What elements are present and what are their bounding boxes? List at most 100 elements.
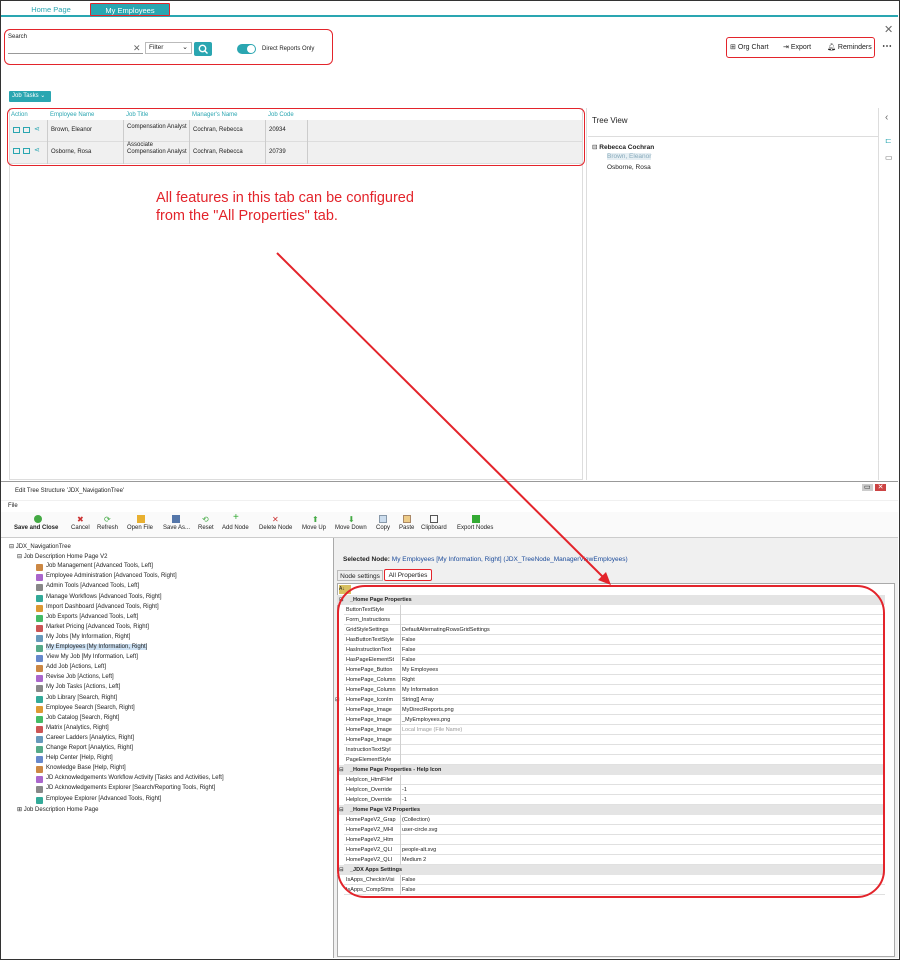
- properties-highlight-box: [337, 585, 885, 898]
- reset-button[interactable]: Reset: [198, 525, 214, 531]
- node-icon: [36, 786, 43, 794]
- tree-item[interactable]: Change Report [Analytics, Right]: [36, 745, 133, 753]
- tree-item[interactable]: My Job Tasks [Actions, Left]: [36, 684, 120, 693]
- tab-home-page[interactable]: Home Page: [21, 3, 81, 16]
- tree-item[interactable]: Job Library [Search, Right]: [36, 694, 118, 703]
- share-icon[interactable]: ⋖: [34, 146, 40, 154]
- clear-icon[interactable]: ✕: [133, 43, 141, 54]
- tree-item[interactable]: JD Acknowledgements Workflow Activity [T…: [36, 775, 224, 784]
- share-icon[interactable]: ⋖: [34, 125, 40, 133]
- tree-item[interactable]: Admin Tools [Advanced Tools, Left]: [36, 583, 140, 592]
- tree-item[interactable]: Import Dashboard [Advanced Tools, Right]: [36, 604, 159, 612]
- menu-file[interactable]: File: [1, 501, 898, 512]
- tree-item-label: Admin Tools [Advanced Tools, Left]: [46, 583, 140, 590]
- tree-item-label: Knowledge Base [Help, Right]: [46, 765, 126, 772]
- chevron-down-icon: ⌄: [182, 44, 188, 51]
- tree-item[interactable]: JD Acknowledgements Explorer [Search/Rep…: [36, 785, 215, 794]
- filter-select[interactable]: Filter ⌄: [145, 42, 192, 54]
- copy-icon: [379, 515, 387, 523]
- collapse-icon[interactable]: ⊟: [592, 144, 597, 151]
- profile-icon[interactable]: [13, 148, 20, 154]
- tree-item-label: Job Library [Search, Right]: [46, 694, 118, 701]
- open-file-button[interactable]: Open File: [127, 525, 153, 531]
- tree-item[interactable]: ⊟ JDX_NavigationTree: [9, 543, 71, 550]
- tree-icon[interactable]: ⊏: [885, 136, 892, 145]
- toggle-knob: [247, 45, 255, 53]
- manager-name: Cochran, Rebecca: [193, 149, 243, 155]
- col-header-action[interactable]: Action: [11, 112, 28, 118]
- window-controls[interactable]: ▭ ✕: [862, 483, 887, 491]
- export-button[interactable]: ⇥ Export: [783, 43, 812, 52]
- col-header-employee-name[interactable]: Employee Name: [50, 112, 94, 118]
- tree-node[interactable]: Brown, Eleanor: [607, 153, 652, 160]
- add-node-button[interactable]: Add Node: [222, 525, 249, 531]
- tree-item[interactable]: Knowledge Base [Help, Right]: [36, 765, 126, 774]
- job-code: 20934: [269, 127, 286, 133]
- tree-item-label: Job Catalog [Search, Right]: [46, 714, 120, 721]
- tree-item[interactable]: Job Management [Advanced Tools, Left]: [36, 563, 153, 572]
- copy-button[interactable]: Copy: [376, 525, 390, 531]
- tree-item[interactable]: My Jobs [My Information, Right]: [36, 634, 130, 642]
- check-icon: [34, 515, 42, 523]
- tree-root-node[interactable]: ⊟ Rebecca Cochran: [592, 143, 654, 151]
- search-button[interactable]: [194, 42, 212, 56]
- col-header-job-title[interactable]: Job Title: [126, 112, 148, 118]
- move-down-button[interactable]: Move Down: [335, 525, 367, 531]
- tree-item[interactable]: Matrix [Analytics, Right]: [36, 725, 109, 733]
- tree-item[interactable]: Help Center [Help, Right]: [36, 755, 113, 764]
- tree-item[interactable]: Career Ladders [Analytics, Right]: [36, 734, 135, 743]
- tree-item[interactable]: Add Job [Actions, Left]: [36, 664, 106, 673]
- job-title: Associate Compensation Analyst: [127, 142, 187, 155]
- reminders-button[interactable]: 🔔︎ Reminders: [827, 43, 872, 52]
- tree-item[interactable]: ⊞ Job Description Home Page: [17, 806, 98, 813]
- node-icon: [36, 655, 43, 663]
- col-header-job-code[interactable]: Job Code: [268, 112, 294, 118]
- tab-my-employees[interactable]: My Employees: [90, 3, 170, 16]
- tab-node-settings[interactable]: Node settings: [337, 570, 383, 581]
- job-tasks-button[interactable]: Job Tasks ⌄: [9, 91, 51, 102]
- calendar-icon[interactable]: ▭: [885, 153, 893, 162]
- tree-item[interactable]: ⊟ Job Description Home Page V2: [17, 553, 107, 560]
- paste-button[interactable]: Paste: [399, 525, 414, 531]
- refresh-button[interactable]: Refresh: [97, 525, 118, 531]
- selected-node: Selected Node: My Employees [My Informat…: [343, 556, 628, 563]
- tree-item[interactable]: Employee Explorer [Advanced Tools, Right…: [36, 796, 161, 804]
- tree-item[interactable]: Job Catalog [Search, Right]: [36, 714, 120, 723]
- tree-item-label: Career Ladders [Analytics, Right]: [46, 734, 135, 741]
- col-header-manager[interactable]: Manager's Name: [192, 112, 238, 118]
- more-icon[interactable]: ⋯: [882, 41, 893, 52]
- filter-value: Filter: [149, 44, 164, 51]
- document-icon[interactable]: [23, 127, 30, 133]
- tab-all-properties[interactable]: All Properties: [384, 569, 432, 581]
- search-input[interactable]: [8, 42, 143, 54]
- collapse-icon[interactable]: ⊟: [9, 544, 16, 550]
- tree-item[interactable]: View My Job [My Information, Left]: [36, 654, 138, 663]
- profile-icon[interactable]: [13, 127, 20, 133]
- tree-item[interactable]: Manage Workflows [Advanced Tools, Right]: [36, 594, 162, 602]
- save-close-button[interactable]: Save and Close: [14, 525, 58, 531]
- export-nodes-button[interactable]: Export Nodes: [457, 525, 493, 531]
- delete-node-button[interactable]: Delete Node: [259, 525, 292, 531]
- tree-node[interactable]: Osborne, Rosa: [607, 164, 651, 171]
- move-up-button[interactable]: Move Up: [302, 525, 326, 531]
- chevron-left-icon[interactable]: ‹: [885, 112, 888, 123]
- direct-reports-toggle[interactable]: [237, 44, 256, 54]
- table-row[interactable]: ⋖ Brown, Eleanor Compensation Analyst Co…: [10, 120, 582, 142]
- org-chart-button[interactable]: ⊞ Org Chart: [730, 43, 769, 52]
- cancel-icon: ✖: [77, 515, 84, 524]
- save-as-button[interactable]: Save As...: [163, 525, 190, 531]
- tree-item[interactable]: Employee Search [Search, Right]: [36, 705, 135, 713]
- cancel-button[interactable]: Cancel: [71, 525, 90, 531]
- clipboard-button[interactable]: Clipboard: [421, 525, 447, 531]
- expand-icon[interactable]: ⊞: [17, 807, 24, 813]
- export-label: Export: [790, 43, 812, 51]
- close-icon[interactable]: ✕: [884, 23, 893, 36]
- tree-item[interactable]: Job Exports [Advanced Tools, Left]: [36, 614, 138, 622]
- collapse-icon[interactable]: ⊟: [17, 554, 24, 560]
- document-icon[interactable]: [23, 148, 30, 154]
- tree-item[interactable]: My Employees [My Information, Right]: [36, 644, 148, 652]
- table-row[interactable]: ⋖ Osborne, Rosa Associate Compensation A…: [10, 142, 582, 164]
- tree-item[interactable]: Market Pricing [Advanced Tools, Right]: [36, 624, 149, 632]
- tree-item[interactable]: Revise Job [Actions, Left]: [36, 674, 114, 683]
- tree-item[interactable]: Employee Administration [Advanced Tools,…: [36, 573, 177, 582]
